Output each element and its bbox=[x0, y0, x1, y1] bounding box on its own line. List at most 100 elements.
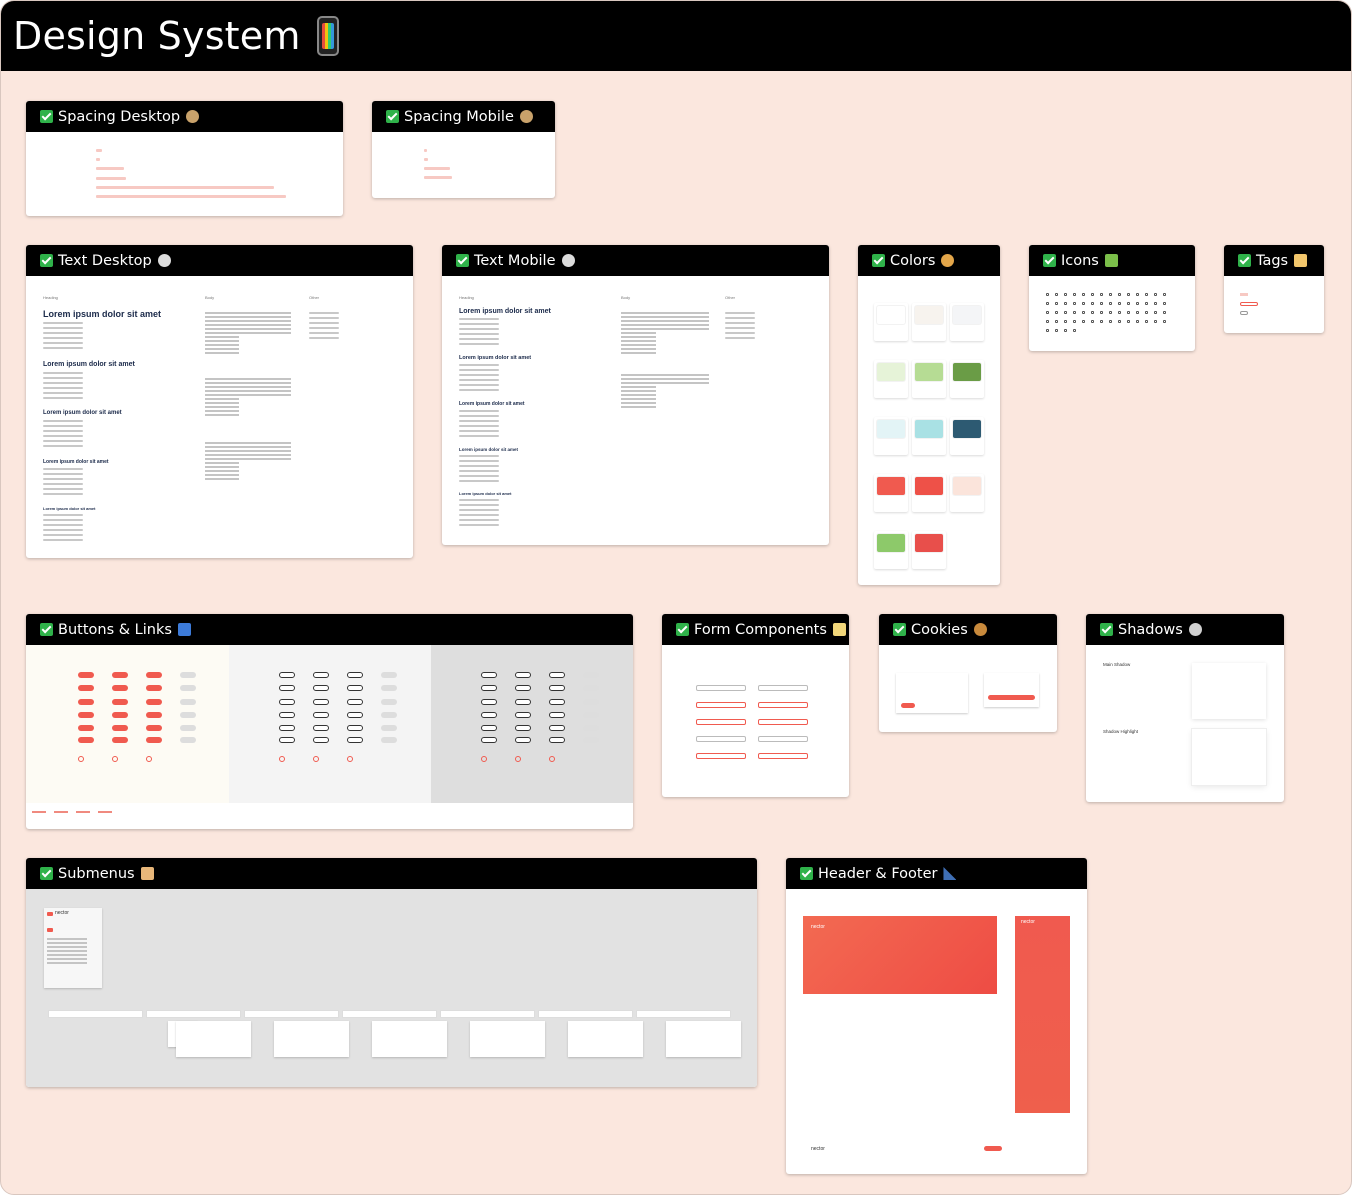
card-spacing-mobile[interactable]: Spacing Mobile bbox=[372, 101, 555, 198]
shadows-preview: Main Shadow Shadow Highlight bbox=[1086, 645, 1284, 802]
memo-icon bbox=[832, 623, 846, 636]
button-sample bbox=[180, 737, 196, 743]
card-header: Tags bbox=[1224, 245, 1324, 276]
icon-button-sample bbox=[549, 756, 555, 762]
checkmark-icon bbox=[676, 623, 689, 636]
brand-name: nector bbox=[811, 924, 825, 930]
button-sample bbox=[381, 699, 397, 705]
glyph-icon bbox=[1163, 311, 1166, 314]
glyph-icon bbox=[1055, 311, 1058, 314]
glyph-icon bbox=[1118, 311, 1121, 314]
button-sample bbox=[481, 725, 497, 731]
card-title: Icons bbox=[1061, 252, 1099, 269]
color-swatch bbox=[953, 363, 981, 381]
card-header: Text Desktop bbox=[26, 245, 413, 276]
button-sample bbox=[112, 685, 128, 691]
button-sample bbox=[180, 699, 196, 705]
other-sample bbox=[725, 312, 755, 342]
nector-logo-icon bbox=[47, 912, 53, 916]
heading-meta bbox=[43, 468, 83, 498]
card-form-components[interactable]: Form Components bbox=[662, 614, 849, 797]
button-sample bbox=[146, 685, 162, 691]
card-icons[interactable]: Icons bbox=[1029, 245, 1195, 351]
glyph-icon bbox=[1082, 293, 1085, 296]
tag-sample bbox=[1240, 311, 1248, 315]
card-header: Colors bbox=[858, 245, 1000, 276]
glyph-icon bbox=[1100, 320, 1103, 323]
puzzle-piece-icon bbox=[1104, 254, 1118, 267]
glyph-icon bbox=[1154, 320, 1157, 323]
button-sample bbox=[515, 737, 531, 743]
glyph-icon bbox=[1046, 320, 1049, 323]
input-sample bbox=[758, 736, 808, 742]
heading-meta bbox=[43, 372, 83, 402]
color-swatches bbox=[858, 276, 1000, 585]
card-spacing-desktop[interactable]: Spacing Desktop bbox=[26, 101, 343, 216]
grey-theme-panel bbox=[229, 645, 431, 803]
heading-meta bbox=[459, 410, 499, 440]
color-swatch-card bbox=[912, 474, 946, 512]
color-swatch bbox=[877, 306, 905, 324]
card-colors[interactable]: Colors bbox=[858, 245, 1000, 585]
color-swatch bbox=[915, 477, 943, 495]
button-sample bbox=[481, 685, 497, 691]
card-text-mobile[interactable]: Text Mobile Heading Body Other Lorem ips… bbox=[442, 245, 829, 545]
nav-bar-preview bbox=[538, 1010, 633, 1018]
button-sample bbox=[146, 712, 162, 718]
checkmark-icon bbox=[872, 254, 885, 267]
button-sample bbox=[347, 685, 363, 691]
button-sample bbox=[180, 685, 196, 691]
color-swatch-card bbox=[874, 360, 908, 398]
button-sample bbox=[549, 725, 565, 731]
checkmark-icon bbox=[40, 254, 53, 267]
button-sample bbox=[583, 672, 599, 678]
color-swatch bbox=[953, 306, 981, 324]
card-cookies[interactable]: Cookies bbox=[879, 614, 1057, 732]
button-sample bbox=[279, 712, 295, 718]
color-swatch bbox=[877, 420, 905, 438]
button-sample bbox=[112, 699, 128, 705]
checkmark-icon bbox=[1100, 623, 1113, 636]
color-swatch bbox=[877, 363, 905, 381]
header-footer-preview: nector nector nector bbox=[786, 889, 1087, 1174]
submenu-dropdown bbox=[372, 1021, 447, 1057]
card-shadows[interactable]: Shadows Main Shadow Shadow Highlight bbox=[1086, 614, 1284, 802]
spacing-bar bbox=[424, 158, 428, 161]
glyph-icon bbox=[1055, 302, 1058, 305]
checkmark-icon bbox=[40, 867, 53, 880]
button-sample bbox=[78, 725, 94, 731]
button-sample bbox=[583, 737, 599, 743]
card-header: Buttons & Links bbox=[26, 614, 633, 645]
footer-mobile-preview: nector bbox=[1015, 916, 1070, 1113]
button-sample bbox=[381, 685, 397, 691]
card-header: Shadows bbox=[1086, 614, 1284, 645]
card-buttons-links[interactable]: Buttons & Links bbox=[26, 614, 633, 829]
color-swatch bbox=[877, 534, 905, 552]
accept-button bbox=[901, 703, 915, 708]
button-sample bbox=[78, 672, 94, 678]
artist-palette-icon bbox=[941, 254, 955, 267]
color-swatch-card bbox=[912, 303, 946, 341]
color-swatch bbox=[877, 477, 905, 495]
input-sample bbox=[758, 702, 808, 708]
ghost-icon bbox=[1188, 623, 1202, 636]
card-text-desktop[interactable]: Text Desktop Heading Body Other Lorem ip… bbox=[26, 245, 413, 558]
checkmark-icon bbox=[40, 110, 53, 123]
card-header: Header & Footer bbox=[786, 858, 1087, 889]
button-sample bbox=[313, 699, 329, 705]
tags-preview bbox=[1224, 276, 1324, 333]
submenus-preview: nector bbox=[26, 889, 757, 1087]
icon-button-sample bbox=[347, 756, 353, 762]
glyph-icon bbox=[1055, 293, 1058, 296]
page-title: Design System bbox=[13, 14, 301, 58]
heading-meta bbox=[43, 420, 83, 450]
card-submenus[interactable]: Submenus nector bbox=[26, 858, 757, 1087]
ringed-planet-icon bbox=[519, 110, 533, 123]
glyph-icon bbox=[1055, 320, 1058, 323]
buttons-preview bbox=[26, 645, 633, 829]
input-sample bbox=[758, 719, 808, 725]
button-sample bbox=[146, 699, 162, 705]
card-header-footer[interactable]: Header & Footer nector nector nector bbox=[786, 858, 1087, 1174]
card-header: Spacing Mobile bbox=[372, 101, 555, 132]
card-tags[interactable]: Tags bbox=[1224, 245, 1324, 333]
